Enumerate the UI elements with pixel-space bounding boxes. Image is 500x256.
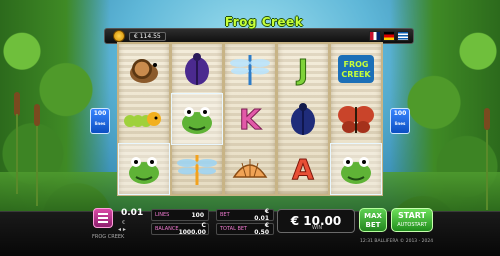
total-bet-field: TOTAL BET € 0.50 [216, 222, 274, 236]
letter-a-icon: A [292, 153, 315, 187]
lines-badge-left: 100 lines [90, 108, 110, 134]
lines-field[interactable]: LINES 100 [151, 209, 209, 221]
symbol-snail [119, 44, 169, 94]
frog-icon [182, 107, 212, 134]
flag-de-icon[interactable] [383, 31, 395, 41]
symbol-k-glyph: K [239, 103, 262, 136]
reel-1 [117, 42, 171, 196]
symbol-dragonfly [172, 144, 222, 194]
balance-display: € 114.55 [129, 31, 166, 41]
symbol-dragonfly [225, 44, 275, 94]
symbol-butterfly [331, 94, 381, 144]
lines-badge-right-value: 100 [393, 110, 407, 117]
frog-icon [129, 157, 159, 184]
symbol-frog [118, 143, 170, 195]
letter-k-icon: K [239, 103, 263, 137]
win-label: WIN [312, 225, 323, 231]
reels-area: K J A FROG CREEK [117, 42, 383, 196]
bet-label: BET [220, 212, 230, 218]
cattail-left-2 [34, 104, 40, 206]
lines-label: LINES [155, 212, 170, 218]
svg-text:CREEK: CREEK [341, 70, 371, 79]
lines-badge-left-value: 100 [93, 110, 107, 117]
start-button-label: START [397, 211, 427, 220]
balance-chip: € 114.55 [113, 29, 166, 43]
menu-icon-line [98, 217, 108, 219]
coin-value[interactable]: 0.01 [121, 208, 143, 218]
total-bet-label: TOTAL BET [220, 226, 248, 232]
caterpillar-icon [124, 112, 161, 127]
reel-5: FROG CREEK [329, 42, 383, 196]
beetle-icon [291, 103, 315, 135]
butterfly-icon [338, 106, 374, 133]
symbol-frog [330, 143, 382, 195]
coin-icon [113, 30, 125, 42]
balance-value: C 1000.00 [178, 222, 206, 236]
game-logo-text: Frog Creek [224, 15, 304, 29]
flag-gr-icon[interactable] [397, 31, 409, 41]
symbol-a: A [278, 144, 328, 194]
symbol-frog-creek-logo: FROG CREEK [331, 44, 381, 94]
start-button[interactable]: START AUTOSTART [391, 208, 433, 232]
symbol-frog [171, 93, 223, 145]
symbol-caterpillar [119, 94, 169, 144]
max-bet-button[interactable]: MAX BET [359, 208, 387, 232]
frog-creek-logo-icon: FROG CREEK [338, 55, 374, 83]
language-flags [369, 31, 409, 41]
bet-field[interactable]: BET € 0.01 [216, 208, 274, 222]
reel-3: K [223, 42, 277, 196]
game-name-footer: FROG CREEK [92, 234, 125, 240]
symbol-beetle [278, 94, 328, 144]
lines-value: 100 [191, 211, 204, 219]
menu-button[interactable] [93, 208, 113, 228]
snail-icon [130, 59, 158, 83]
total-bet-value: € 0.50 [254, 222, 269, 236]
coin-arrows-icon[interactable]: ◂ ▸ [118, 226, 126, 233]
menu-icon-line [98, 213, 108, 215]
balance-field: BALANCE C 1000.00 [151, 222, 209, 236]
reel-4: J A [276, 42, 330, 196]
frog-icon [341, 157, 371, 184]
svg-text:FROG: FROG [344, 60, 369, 69]
lines-badge-left-unit: lines [94, 121, 106, 126]
dragonfly-icon [230, 55, 270, 85]
lines-badge-right-unit: lines [394, 121, 406, 126]
lines-badge-right: 100 lines [390, 108, 410, 134]
menu-icon-line [98, 221, 108, 223]
symbol-j: J [278, 44, 328, 94]
footer-info: 12:31 BALLIFERA © 2013 - 2024 [360, 239, 434, 244]
balance-label: BALANCE [155, 226, 179, 232]
reel-2 [170, 42, 224, 196]
flag-uk-icon[interactable] [369, 31, 381, 41]
symbol-k: K [225, 94, 275, 144]
cattail-right [484, 108, 490, 210]
cattail-left [14, 92, 20, 194]
dragonfly-icon [177, 155, 217, 185]
letter-j-icon: J [295, 53, 308, 87]
beetle-icon [185, 53, 209, 85]
symbol-a-glyph: A [292, 153, 314, 186]
symbol-shell [225, 144, 275, 194]
bet-value: € 0.01 [254, 208, 269, 222]
symbol-beetle [172, 44, 222, 94]
game-logo: Frog Creek [222, 8, 306, 36]
autostart-label: AUTOSTART [397, 222, 427, 228]
shell-icon [232, 159, 268, 178]
symbol-j-glyph: J [296, 53, 308, 86]
